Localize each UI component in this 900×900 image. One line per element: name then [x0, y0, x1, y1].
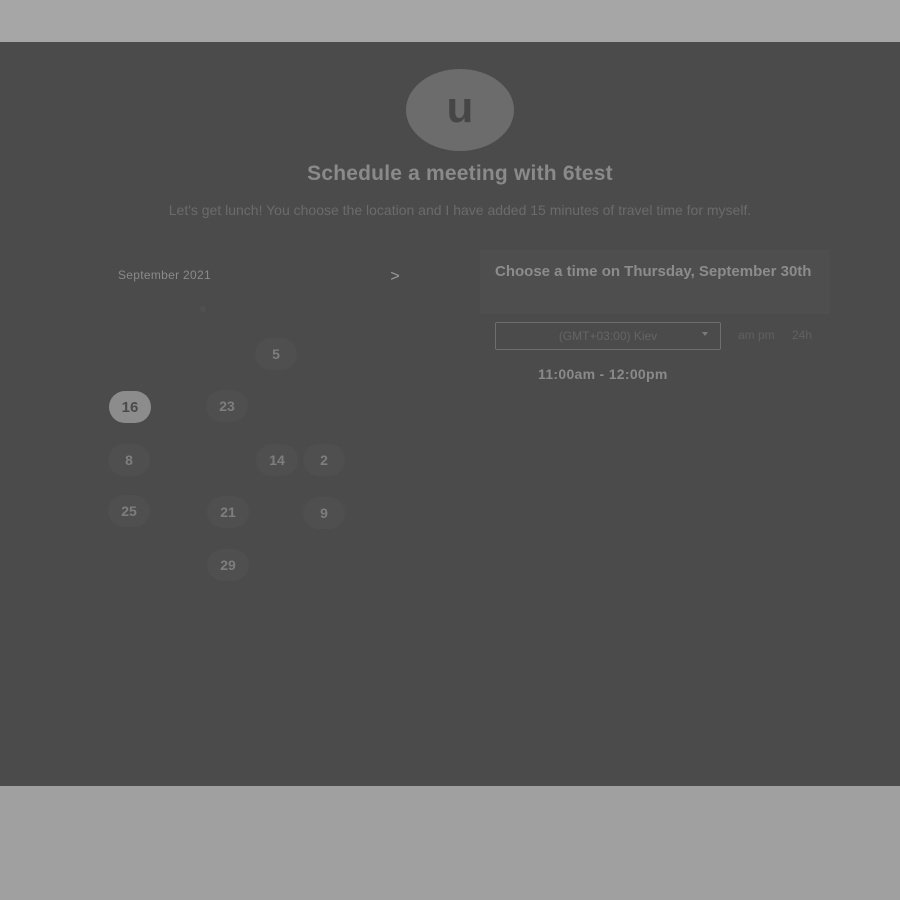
calendar-day-8[interactable]: 8	[108, 444, 150, 476]
format-24h-toggle[interactable]: 24h	[792, 328, 812, 342]
caret-down-icon	[702, 332, 708, 336]
calendar-day-23[interactable]: 23	[206, 390, 248, 422]
page-title: Schedule a meeting with 6test	[307, 162, 613, 185]
bottom-backdrop	[0, 786, 900, 900]
calendar-day-5[interactable]: 5	[255, 338, 297, 370]
calendar-day-25[interactable]: 25	[108, 495, 150, 527]
format-ampm-toggle[interactable]: am pm	[738, 328, 775, 342]
top-backdrop	[0, 0, 900, 42]
calendar-day-2[interactable]: 2	[303, 444, 345, 476]
chevron-right-icon[interactable]: >	[386, 266, 404, 288]
meeting-description: Let's get lunch! You choose the location…	[168, 202, 752, 218]
calendar-day-9[interactable]: 9	[303, 497, 345, 529]
timezone-select[interactable]: (GMT+03:00) Kiev	[495, 322, 721, 350]
avatar-initial: u	[446, 83, 474, 132]
time-selection-heading: Choose a time on Thursday, September 30t…	[480, 250, 830, 314]
time-slot[interactable]: 11:00am - 12:00pm	[538, 366, 668, 382]
calendar-dot	[200, 306, 206, 312]
calendar-day-29[interactable]: 29	[207, 549, 249, 581]
calendar-day-16-selected[interactable]: 16	[109, 391, 151, 423]
avatar: u	[406, 69, 514, 151]
timezone-value: (GMT+03:00) Kiev	[558, 329, 658, 343]
calendar-day-21[interactable]: 21	[207, 496, 249, 528]
calendar-day-14[interactable]: 14	[256, 444, 298, 476]
calendar-month-label: September 2021	[118, 268, 211, 282]
